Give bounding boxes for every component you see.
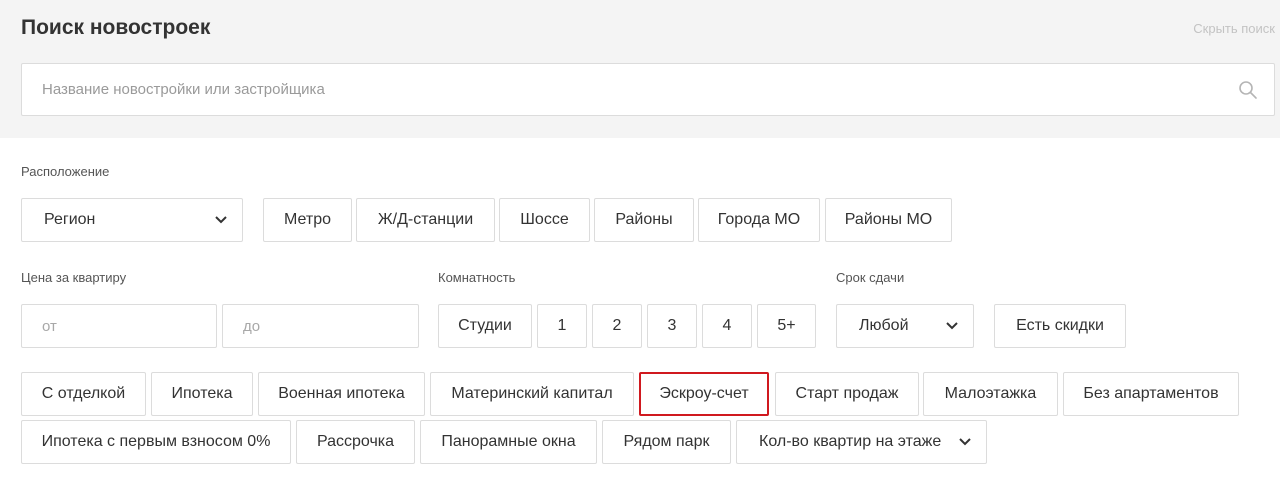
search-box: [21, 63, 1275, 116]
rooms-1-button[interactable]: 1: [537, 304, 587, 348]
finishing-button[interactable]: С отделкой: [21, 372, 146, 416]
rooms-5plus-button[interactable]: 5+: [757, 304, 816, 348]
price-label: Цена за квартиру: [21, 270, 127, 285]
low-rise-button[interactable]: Малоэтажка: [923, 372, 1058, 416]
chevron-down-icon: [215, 216, 227, 224]
rooms-2-button[interactable]: 2: [592, 304, 642, 348]
highway-button[interactable]: Шоссе: [499, 198, 590, 242]
region-select[interactable]: Регион: [21, 198, 243, 242]
rooms-studio-button[interactable]: Студии: [438, 304, 532, 348]
region-select-value: Регион: [44, 211, 96, 228]
districts-button[interactable]: Районы: [594, 198, 694, 242]
rooms-3-button[interactable]: 3: [647, 304, 697, 348]
search-input[interactable]: [22, 64, 1222, 115]
zero-downpayment-mortgage-button[interactable]: Ипотека с первым взносом 0%: [21, 420, 291, 464]
maternity-capital-button[interactable]: Материнский капитал: [430, 372, 634, 416]
panoramic-windows-button[interactable]: Панорамные окна: [420, 420, 597, 464]
page-title: Поиск новостроек: [21, 16, 211, 39]
military-mortgage-button[interactable]: Военная ипотека: [258, 372, 425, 416]
rooms-label: Комнатность: [438, 270, 516, 285]
location-label: Расположение: [21, 164, 110, 179]
installment-button[interactable]: Рассрочка: [296, 420, 415, 464]
price-from-input[interactable]: [21, 304, 217, 348]
escrow-button[interactable]: Эскроу-счет: [639, 372, 769, 416]
price-to-input[interactable]: [222, 304, 419, 348]
deadline-select-value: Любой: [859, 317, 909, 334]
rooms-4-button[interactable]: 4: [702, 304, 752, 348]
chevron-down-icon: [946, 322, 958, 330]
deadline-label: Срок сдачи: [836, 270, 905, 285]
search-header-panel: Поиск новостроек Скрыть поиск: [0, 0, 1280, 138]
sales-start-button[interactable]: Старт продаж: [775, 372, 919, 416]
discounts-button[interactable]: Есть скидки: [994, 304, 1126, 348]
search-icon[interactable]: [1238, 80, 1258, 100]
metro-button[interactable]: Метро: [263, 198, 352, 242]
hide-search-link[interactable]: Скрыть поиск: [1193, 21, 1275, 36]
mortgage-button[interactable]: Ипотека: [151, 372, 253, 416]
rail-stations-button[interactable]: Ж/Д-станции: [356, 198, 495, 242]
no-apartments-button[interactable]: Без апартаментов: [1063, 372, 1239, 416]
flats-per-floor-select-value: Кол-во квартир на этаже: [759, 433, 942, 450]
mo-districts-button[interactable]: Районы МО: [825, 198, 952, 242]
chevron-down-icon: [959, 438, 971, 446]
deadline-select[interactable]: Любой: [836, 304, 974, 348]
mo-cities-button[interactable]: Города МО: [698, 198, 820, 242]
near-park-button[interactable]: Рядом парк: [602, 420, 731, 464]
flats-per-floor-select[interactable]: Кол-во квартир на этаже: [736, 420, 987, 464]
